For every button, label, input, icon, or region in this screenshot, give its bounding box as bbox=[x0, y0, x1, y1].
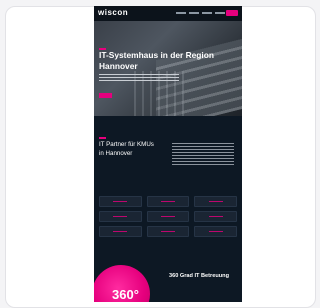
service-tile-label bbox=[160, 216, 175, 217]
service-tile-label bbox=[208, 216, 223, 217]
service-tile[interactable] bbox=[146, 226, 190, 237]
hero-subtitle bbox=[99, 74, 179, 82]
service-tile-label bbox=[113, 216, 128, 217]
service-tiles bbox=[99, 196, 237, 237]
service-tile[interactable] bbox=[194, 196, 237, 207]
service-tile[interactable] bbox=[146, 196, 190, 207]
website-screenshot: wiscon IT-Systemhaus in der Region Hanno… bbox=[94, 6, 242, 302]
service-tile-label bbox=[113, 201, 128, 202]
hero-cta-button[interactable] bbox=[99, 93, 112, 98]
nav-link-1[interactable] bbox=[176, 12, 186, 14]
service-tile[interactable] bbox=[194, 211, 237, 222]
service-tile[interactable] bbox=[194, 226, 237, 237]
service-tile[interactable] bbox=[99, 196, 142, 207]
partner-accent-line bbox=[99, 137, 106, 139]
service-tile-label bbox=[160, 231, 175, 232]
site-logo[interactable]: wiscon bbox=[98, 8, 128, 17]
nav-links bbox=[176, 12, 225, 14]
service-tile-label bbox=[208, 231, 223, 232]
service-tile-label bbox=[113, 231, 128, 232]
service-tile[interactable] bbox=[99, 226, 142, 237]
nav-link-3[interactable] bbox=[202, 12, 212, 14]
service-tile-label bbox=[160, 201, 175, 202]
hero-title: IT-Systemhaus in der Region Hannover bbox=[99, 50, 214, 71]
service-tile-label bbox=[208, 201, 223, 202]
support-badge-text: 360° bbox=[112, 287, 139, 302]
service-tile[interactable] bbox=[146, 211, 190, 222]
nav-link-2[interactable] bbox=[189, 12, 199, 14]
partner-text bbox=[172, 143, 234, 165]
nav-link-4[interactable] bbox=[215, 12, 225, 14]
partner-title: IT Partner für KMUs in Hannover bbox=[99, 141, 154, 157]
support-title: 360 Grad IT Betreuung bbox=[169, 273, 229, 279]
nav-cta-button[interactable] bbox=[226, 10, 238, 16]
site-header: wiscon bbox=[94, 6, 242, 21]
service-tile[interactable] bbox=[99, 211, 142, 222]
hero-section: IT-Systemhaus in der Region Hannover bbox=[94, 21, 242, 116]
